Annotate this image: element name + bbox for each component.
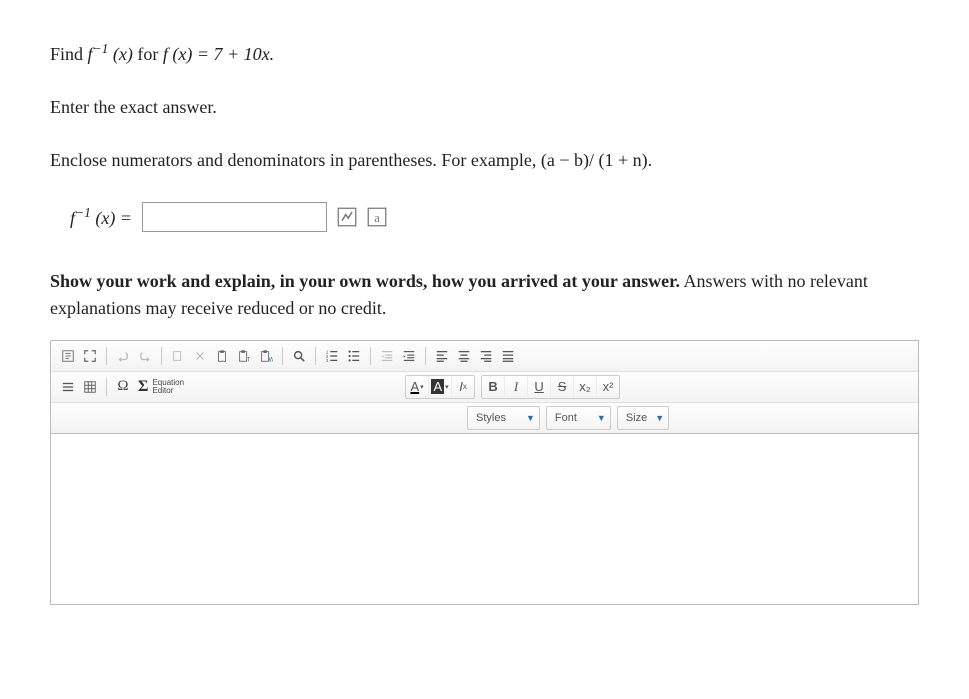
paste-word-icon[interactable]: W xyxy=(255,345,277,367)
math-f: f−1 (x) xyxy=(88,44,133,64)
find-icon[interactable] xyxy=(288,345,310,367)
bold-button[interactable]: B xyxy=(482,376,504,398)
numbered-list-icon[interactable]: 123 xyxy=(321,345,343,367)
answer-input[interactable] xyxy=(142,202,327,232)
svg-text:3: 3 xyxy=(326,358,329,363)
text: Find xyxy=(50,44,88,64)
redo-icon[interactable] xyxy=(134,345,156,367)
bg-color-button[interactable]: A▾ xyxy=(428,376,451,398)
undo-icon[interactable] xyxy=(112,345,134,367)
font-style-group: B I U S x₂ x² xyxy=(481,375,620,399)
rich-text-editor: T W 123 Ω xyxy=(50,340,919,605)
question-line-3: Enclose numerators and denominators in p… xyxy=(50,148,919,173)
toolbar-row-3: Styles▼ Font▼ Size▼ xyxy=(51,403,918,434)
svg-text:W: W xyxy=(269,356,273,363)
preview-icon[interactable] xyxy=(337,207,357,227)
equation-editor-button[interactable]: Σ EquationEditor xyxy=(134,378,188,396)
superscript-button[interactable]: x² xyxy=(596,376,619,398)
link-icon[interactable] xyxy=(57,376,79,398)
underline-button[interactable]: U xyxy=(527,376,550,398)
help-icon[interactable]: a xyxy=(367,207,387,227)
text-color-group: A▾ A▾ Ix xyxy=(405,375,475,399)
align-left-icon[interactable] xyxy=(431,345,453,367)
text-color-button[interactable]: A▾ xyxy=(406,376,428,398)
toolbar-row-2: Ω Σ EquationEditor A▾ A▾ Ix B I U S x₂ x… xyxy=(51,372,918,403)
bullet-list-icon[interactable] xyxy=(343,345,365,367)
italic-button[interactable]: I xyxy=(504,376,527,398)
source-icon[interactable] xyxy=(57,345,79,367)
paste-icon[interactable] xyxy=(211,345,233,367)
font-select[interactable]: Font▼ xyxy=(546,406,611,430)
svg-text:a: a xyxy=(374,211,380,225)
editor-body[interactable] xyxy=(51,434,918,604)
question-line-1: Find f−1 (x) for f (x) = 7 + 10x. xyxy=(50,40,919,67)
align-center-icon[interactable] xyxy=(453,345,475,367)
align-justify-icon[interactable] xyxy=(497,345,519,367)
svg-text:T: T xyxy=(247,356,251,363)
text: for xyxy=(133,44,163,64)
omega-icon[interactable]: Ω xyxy=(112,376,134,398)
toolbar-row-1: T W 123 xyxy=(51,341,918,372)
cut-icon[interactable] xyxy=(189,345,211,367)
outdent-icon[interactable] xyxy=(376,345,398,367)
copy-icon[interactable] xyxy=(167,345,189,367)
strike-button[interactable]: S xyxy=(550,376,573,398)
prompt-bold: Show your work and explain, in your own … xyxy=(50,271,680,291)
answer-label: f−1 (x) = xyxy=(70,205,132,229)
math-fx: f (x) = 7 + 10x. xyxy=(163,44,274,64)
maximize-icon[interactable] xyxy=(79,345,101,367)
question-line-2: Enter the exact answer. xyxy=(50,95,919,120)
styles-select[interactable]: Styles▼ xyxy=(467,406,540,430)
subscript-button[interactable]: x₂ xyxy=(573,376,596,398)
indent-icon[interactable] xyxy=(398,345,420,367)
table-icon[interactable] xyxy=(79,376,101,398)
paste-text-icon[interactable]: T xyxy=(233,345,255,367)
show-work-prompt: Show your work and explain, in your own … xyxy=(50,268,919,322)
remove-format-button[interactable]: Ix xyxy=(451,376,474,398)
size-select[interactable]: Size▼ xyxy=(617,406,669,430)
align-right-icon[interactable] xyxy=(475,345,497,367)
